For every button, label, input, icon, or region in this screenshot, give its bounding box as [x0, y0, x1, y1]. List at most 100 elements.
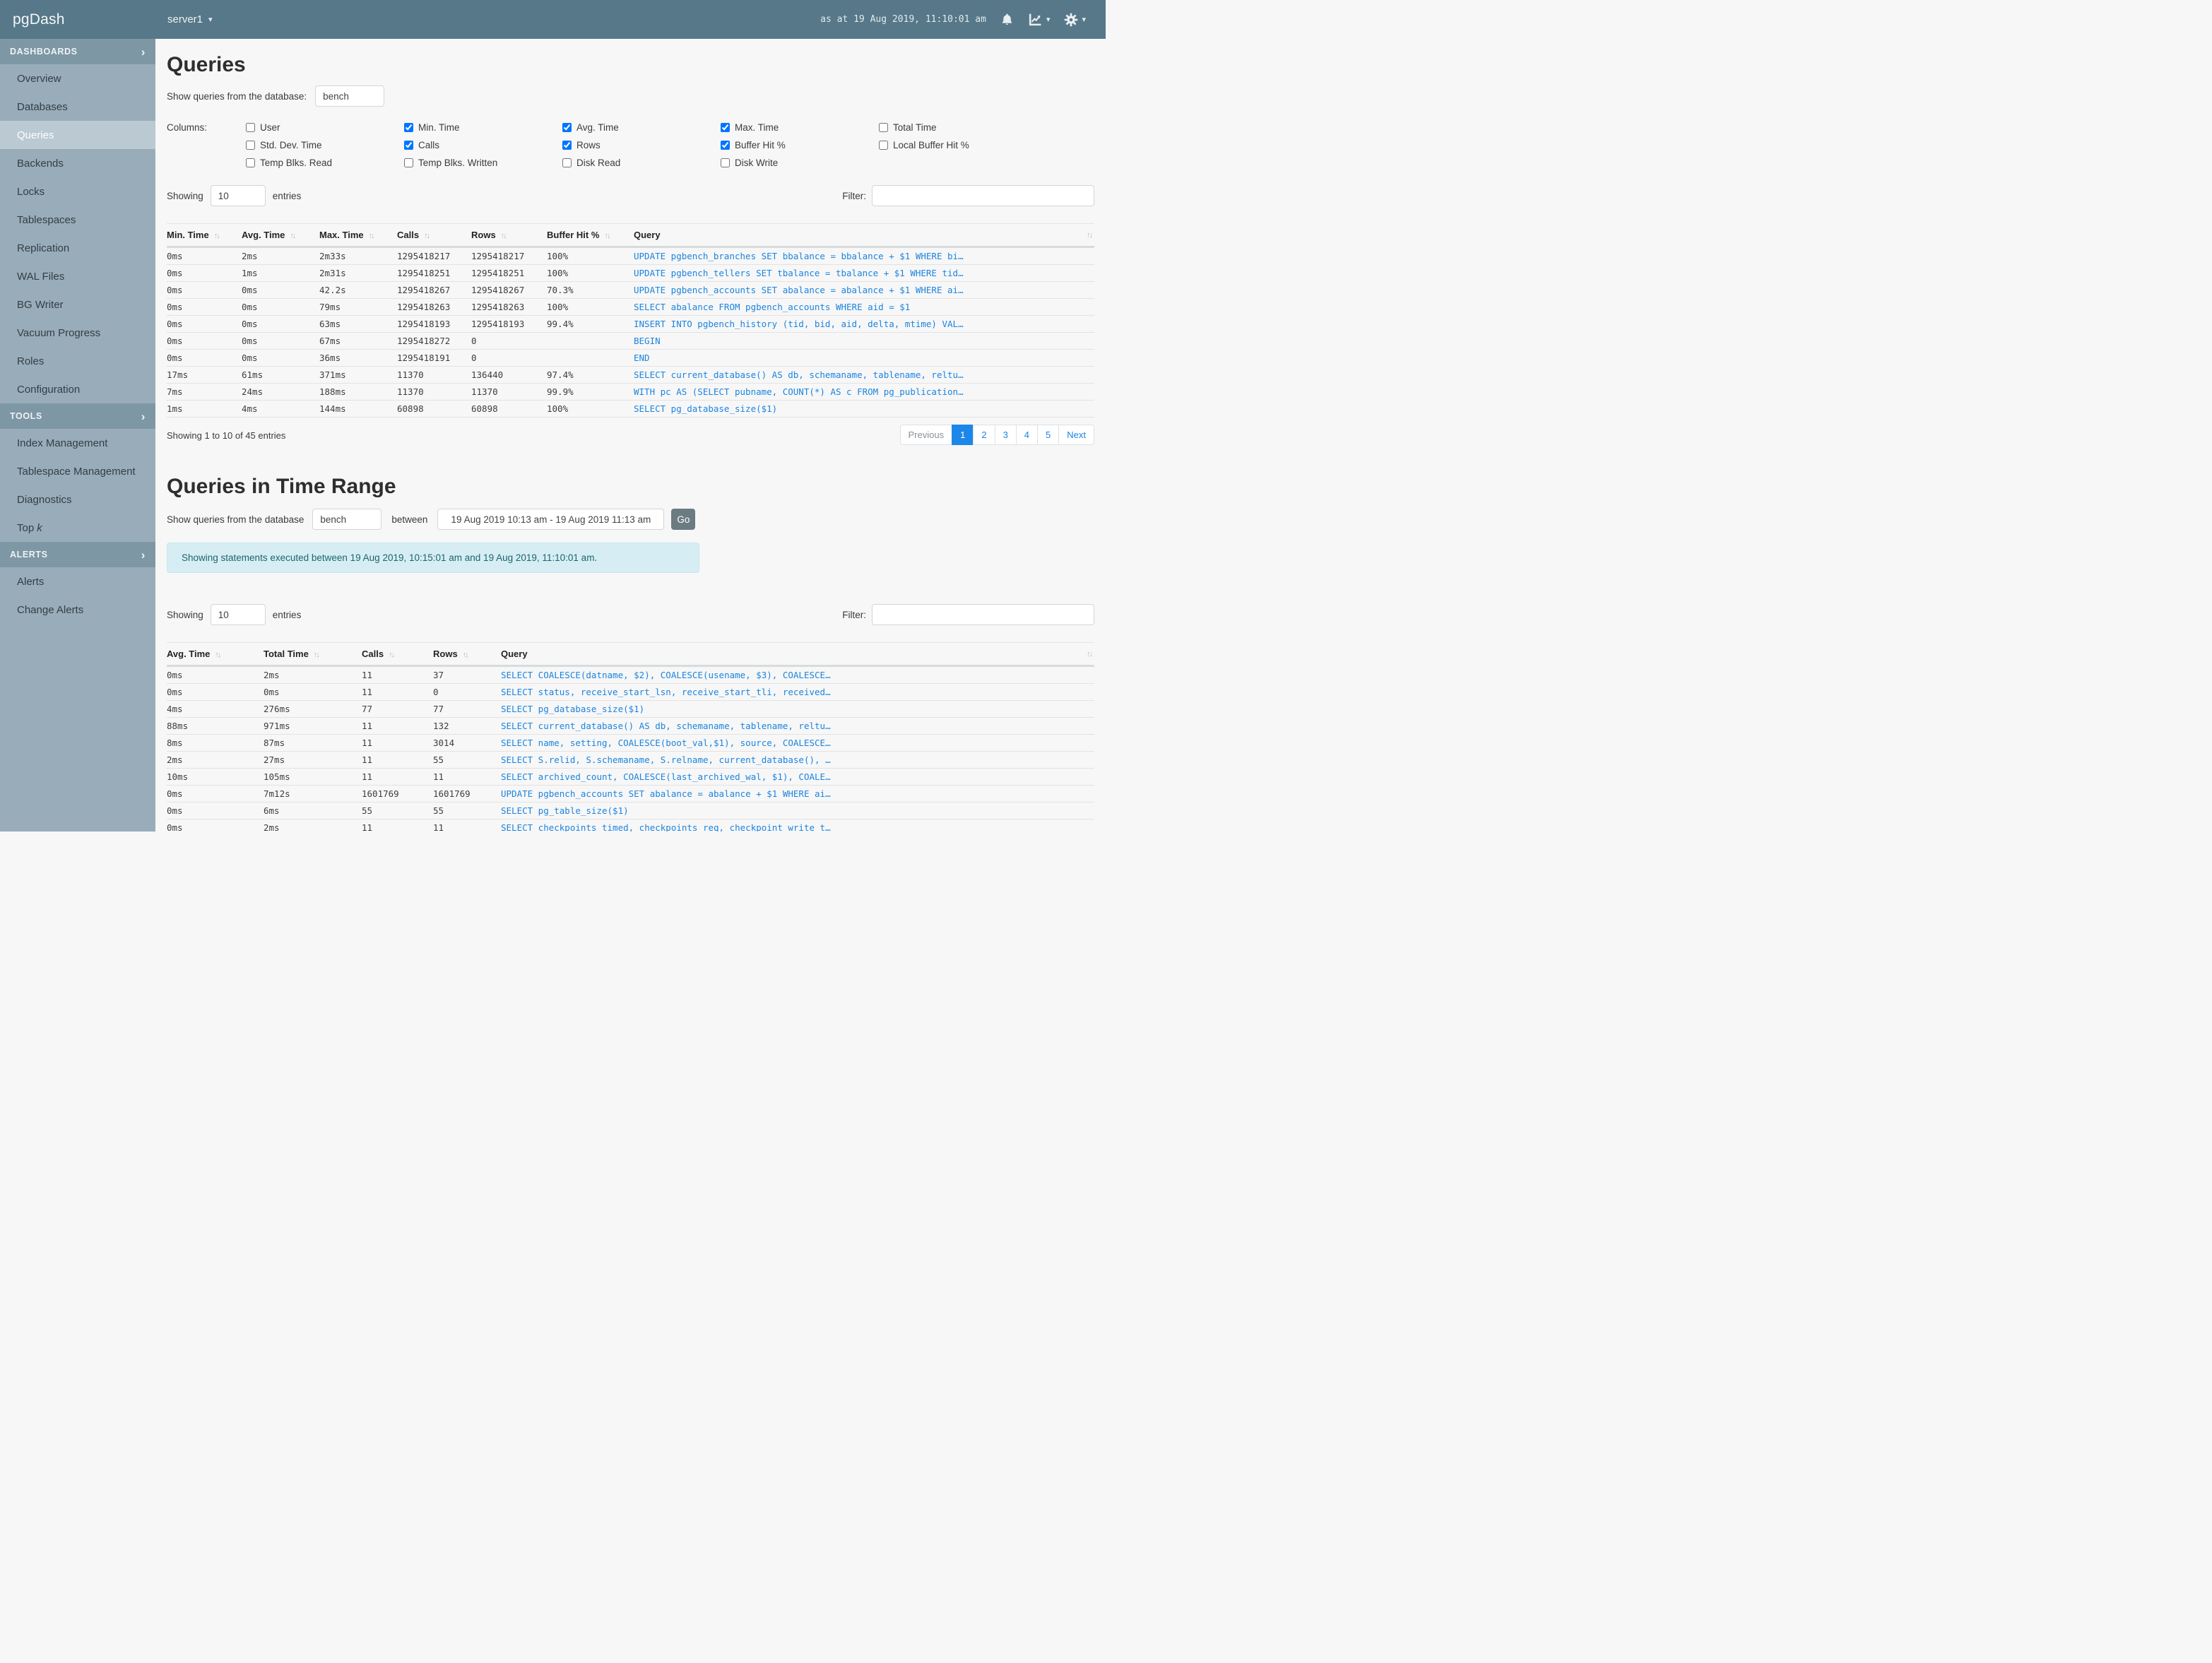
column-option-user[interactable]: User [246, 122, 404, 133]
col-header-calls[interactable]: Calls ↑↓ [397, 223, 471, 248]
sidebar-item-backends[interactable]: Backends [0, 149, 155, 177]
checkbox[interactable] [562, 141, 572, 150]
col-header-query[interactable]: Query ↑↓ [634, 223, 1094, 248]
column-option-buffer-hit[interactable]: Buffer Hit % [721, 140, 879, 150]
sidebar-item-vacuum-progress[interactable]: Vacuum Progress [0, 319, 155, 347]
sidebar-section-dashboards[interactable]: DASHBOARDS › [0, 39, 155, 64]
sidebar-item-top-k[interactable]: Top k [0, 514, 155, 542]
checkbox[interactable] [404, 158, 413, 167]
checkbox[interactable] [721, 158, 730, 167]
page-button-5[interactable]: 5 [1037, 425, 1060, 445]
checkbox[interactable] [246, 158, 255, 167]
checkbox[interactable] [879, 123, 888, 132]
query-link[interactable]: END [634, 349, 1094, 367]
checkbox[interactable] [562, 158, 572, 167]
sidebar-item-wal-files[interactable]: WAL Files [0, 262, 155, 290]
query-link[interactable]: SELECT checkpoints_timed, checkpoints_re… [501, 819, 1094, 832]
col-header-min-time[interactable]: Min. Time ↑↓ [167, 223, 242, 248]
col-header-rows[interactable]: Rows ↑↓ [433, 642, 501, 667]
checkbox[interactable] [404, 123, 413, 132]
column-option-calls[interactable]: Calls [404, 140, 562, 150]
next-page-button[interactable]: Next [1058, 425, 1094, 445]
query-link[interactable]: SELECT abalance FROM pgbench_accounts WH… [634, 298, 1094, 316]
query-link[interactable]: BEGIN [634, 332, 1094, 350]
server-selector[interactable]: server1 ▾ [167, 13, 213, 25]
checkbox[interactable] [721, 123, 730, 132]
sidebar-item-alerts[interactable]: Alerts [0, 567, 155, 596]
filter-input[interactable] [872, 604, 1094, 625]
query-link[interactable]: SELECT archived_count, COALESCE(last_arc… [501, 768, 1094, 786]
column-option-temp-blks-written[interactable]: Temp Blks. Written [404, 158, 562, 168]
query-link[interactable]: UPDATE pgbench_branches SET bbalance = b… [634, 247, 1094, 265]
query-link[interactable]: UPDATE pgbench_accounts SET abalance = a… [634, 281, 1094, 299]
sidebar-item-queries[interactable]: Queries [0, 121, 155, 149]
query-link[interactable]: UPDATE pgbench_tellers SET tbalance = tb… [634, 264, 1094, 282]
sidebar-item-overview[interactable]: Overview [0, 64, 155, 93]
sidebar-section-tools[interactable]: TOOLS › [0, 403, 155, 429]
sidebar-item-replication[interactable]: Replication [0, 234, 155, 262]
col-header-buffer-hit[interactable]: Buffer Hit % ↑↓ [547, 223, 634, 248]
query-link[interactable]: SELECT current_database() AS db, scheman… [501, 717, 1094, 735]
checkbox[interactable] [562, 123, 572, 132]
col-header-total-time[interactable]: Total Time ↑↓ [264, 642, 362, 667]
checkbox[interactable] [404, 141, 413, 150]
sidebar-item-change-alerts[interactable]: Change Alerts [0, 596, 155, 624]
column-option-avg-time[interactable]: Avg. Time [562, 122, 721, 133]
page-button-1[interactable]: 1 [952, 425, 974, 445]
sidebar-item-tablespaces[interactable]: Tablespaces [0, 206, 155, 234]
checkbox[interactable] [246, 123, 255, 132]
query-link[interactable]: SELECT pg_database_size($1) [634, 400, 1094, 418]
sidebar-item-bg-writer[interactable]: BG Writer [0, 290, 155, 319]
page-button-3[interactable]: 3 [994, 425, 1017, 445]
query-link[interactable]: INSERT INTO pgbench_history (tid, bid, a… [634, 315, 1094, 333]
time-range-input[interactable] [437, 509, 665, 530]
sidebar-item-databases[interactable]: Databases [0, 93, 155, 121]
previous-page-button[interactable]: Previous [899, 425, 953, 445]
database-input[interactable] [315, 85, 385, 107]
column-option-local-buffer-hit[interactable]: Local Buffer Hit % [879, 140, 1037, 150]
sidebar-item-configuration[interactable]: Configuration [0, 375, 155, 403]
sidebar-item-tablespace-management[interactable]: Tablespace Management [0, 457, 155, 485]
query-link[interactable]: SELECT status, receive_start_lsn, receiv… [501, 683, 1094, 701]
sidebar-item-roles[interactable]: Roles [0, 347, 155, 375]
query-link[interactable]: SELECT current_database() AS db, scheman… [634, 366, 1094, 384]
entries-count-input[interactable] [210, 185, 266, 206]
notifications-button[interactable] [1000, 13, 1014, 26]
query-link[interactable]: SELECT pg_database_size($1) [501, 700, 1094, 718]
sidebar-item-locks[interactable]: Locks [0, 177, 155, 206]
col-header-avg-time[interactable]: Avg. Time ↑↓ [242, 223, 319, 248]
query-link[interactable]: WITH pc AS (SELECT pubname, COUNT(*) AS … [634, 383, 1094, 401]
query-link[interactable]: SELECT pg_table_size($1) [501, 802, 1094, 819]
entries-count-input[interactable] [210, 604, 266, 625]
col-header-calls[interactable]: Calls ↑↓ [362, 642, 433, 667]
go-button[interactable]: Go [671, 509, 696, 530]
column-option-rows[interactable]: Rows [562, 140, 721, 150]
checkbox[interactable] [246, 141, 255, 150]
checkbox[interactable] [721, 141, 730, 150]
column-option-disk-write[interactable]: Disk Write [721, 158, 879, 168]
column-option-max-time[interactable]: Max. Time [721, 122, 879, 133]
col-header-query[interactable]: Query ↑↓ [501, 642, 1094, 667]
column-option-std-dev-time[interactable]: Std. Dev. Time [246, 140, 404, 150]
brand-logo[interactable]: pgDash [0, 11, 155, 28]
query-link[interactable]: SELECT name, setting, COALESCE(boot_val,… [501, 734, 1094, 752]
column-option-disk-read[interactable]: Disk Read [562, 158, 721, 168]
query-link[interactable]: UPDATE pgbench_accounts SET abalance = a… [501, 785, 1094, 803]
filter-input[interactable] [872, 185, 1094, 206]
sidebar-item-index-management[interactable]: Index Management [0, 429, 155, 457]
charts-menu-button[interactable]: ▾ [1028, 12, 1050, 27]
query-link[interactable]: SELECT COALESCE(datname, $2), COALESCE(u… [501, 665, 1094, 684]
page-button-2[interactable]: 2 [973, 425, 995, 445]
col-header-avg-time[interactable]: Avg. Time ↑↓ [167, 642, 264, 667]
query-link[interactable]: SELECT S.relid, S.schemaname, S.relname,… [501, 751, 1094, 769]
column-option-total-time[interactable]: Total Time [879, 122, 1037, 133]
checkbox[interactable] [879, 141, 888, 150]
column-option-min-time[interactable]: Min. Time [404, 122, 562, 133]
page-button-4[interactable]: 4 [1015, 425, 1039, 445]
col-header-max-time[interactable]: Max. Time ↑↓ [319, 223, 397, 248]
column-option-temp-blks-read[interactable]: Temp Blks. Read [246, 158, 404, 168]
database-input[interactable] [312, 509, 382, 530]
sidebar-section-alerts[interactable]: ALERTS › [0, 542, 155, 567]
sidebar-item-diagnostics[interactable]: Diagnostics [0, 485, 155, 514]
settings-menu-button[interactable]: ▾ [1064, 13, 1086, 27]
